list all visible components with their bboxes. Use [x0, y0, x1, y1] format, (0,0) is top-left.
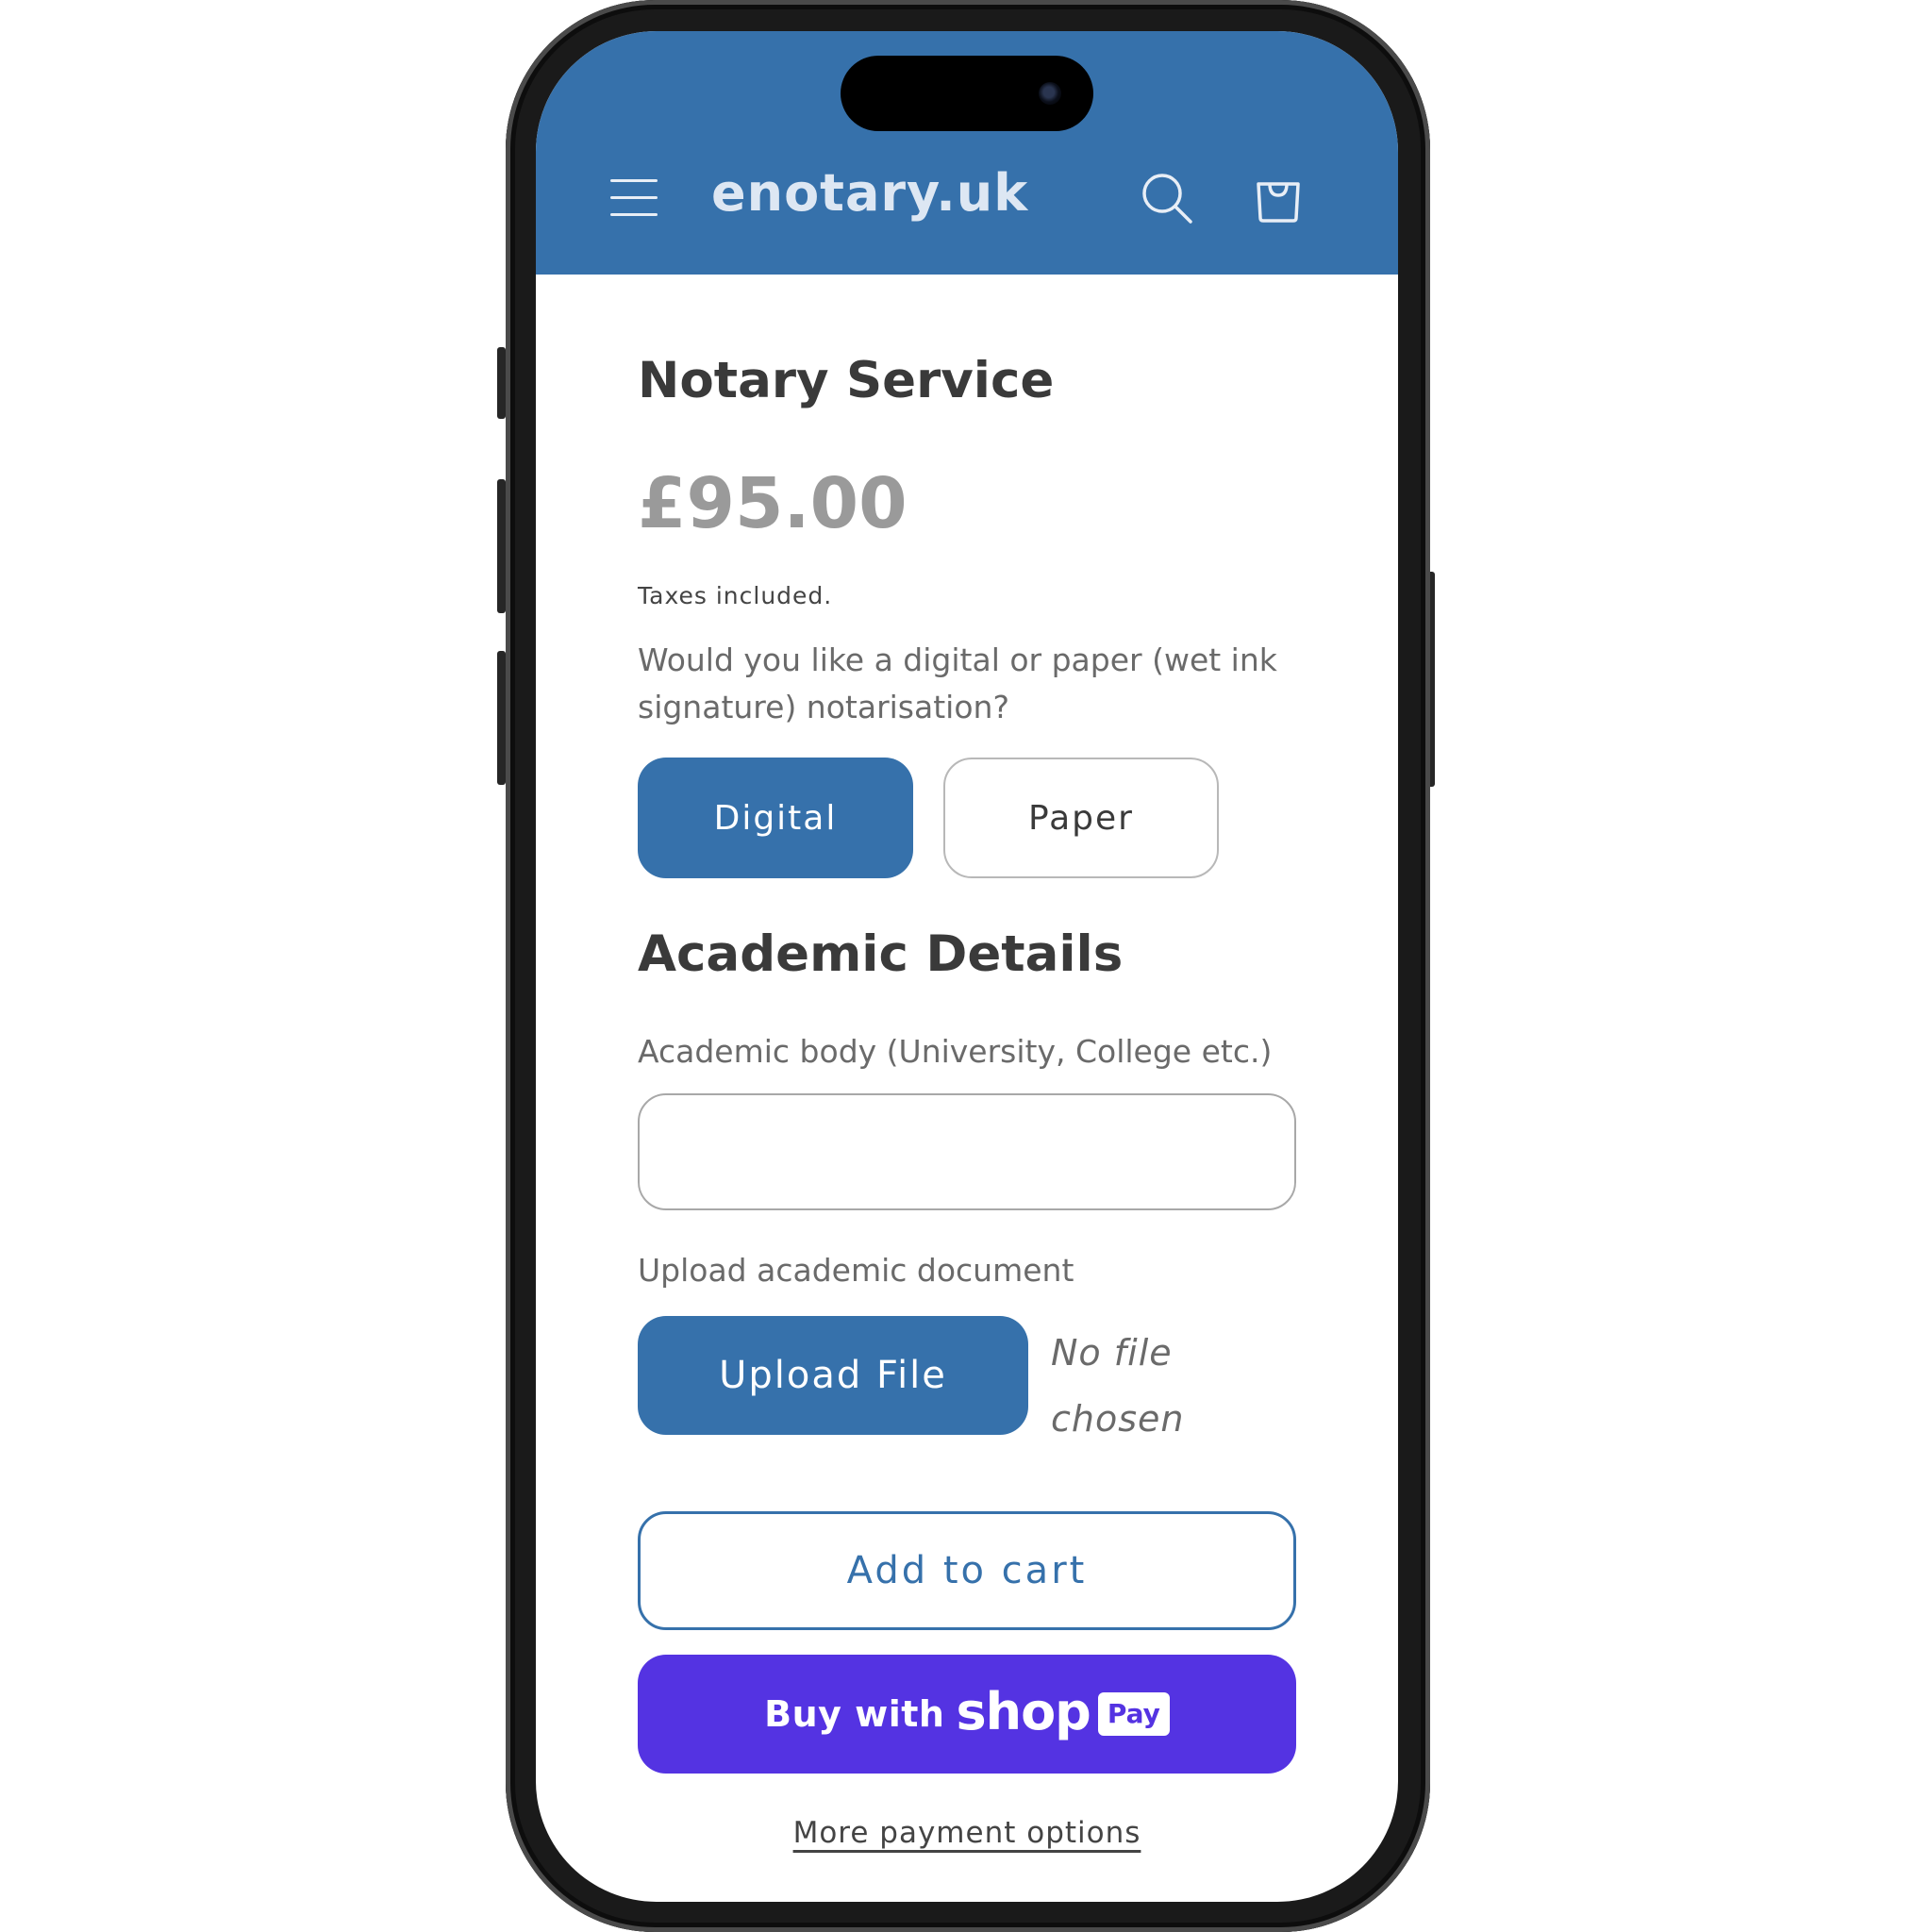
hamburger-menu-icon[interactable]	[610, 175, 659, 221]
add-to-cart-button[interactable]: Add to cart	[638, 1511, 1296, 1630]
search-icon[interactable]	[1140, 171, 1194, 225]
upload-file-button[interactable]: Upload File	[638, 1316, 1028, 1435]
upload-document-label: Upload academic document	[638, 1252, 1074, 1289]
taxes-note: Taxes included.	[638, 582, 833, 609]
phone-volume-down-button	[497, 651, 506, 785]
digital-option-button[interactable]: Digital	[638, 758, 913, 878]
more-payment-options-link[interactable]: More payment options	[793, 1816, 1141, 1850]
product-title: Notary Service	[638, 352, 1055, 409]
dynamic-island	[841, 56, 1093, 131]
shop-logo: shop	[956, 1681, 1091, 1741]
product-price: £95.00	[638, 463, 908, 544]
academic-body-label: Academic body (University, College etc.)	[638, 1033, 1273, 1070]
site-logo[interactable]: enotary.uk	[711, 163, 1028, 223]
buy-with-shop-pay-button[interactable]: Buy with shop Pay	[638, 1655, 1296, 1774]
phone-mute-switch	[497, 347, 506, 419]
academic-details-heading: Academic Details	[638, 925, 1124, 983]
buy-with-label: Buy with	[764, 1693, 945, 1735]
format-question: Would you like a digital or paper (wet i…	[638, 641, 1277, 725]
more-payment-options: More payment options	[638, 1816, 1296, 1850]
academic-body-input[interactable]	[638, 1093, 1296, 1210]
shopping-bag-icon[interactable]	[1253, 171, 1304, 224]
phone-volume-up-button	[497, 479, 506, 613]
no-file-status: No file chosen	[1051, 1332, 1185, 1440]
phone-screen: enotary.uk Notary Service £95.00 Taxes i…	[536, 31, 1398, 1902]
pay-badge: Pay	[1097, 1692, 1170, 1736]
camera-icon	[1039, 82, 1061, 105]
paper-option-button[interactable]: Paper	[943, 758, 1219, 878]
